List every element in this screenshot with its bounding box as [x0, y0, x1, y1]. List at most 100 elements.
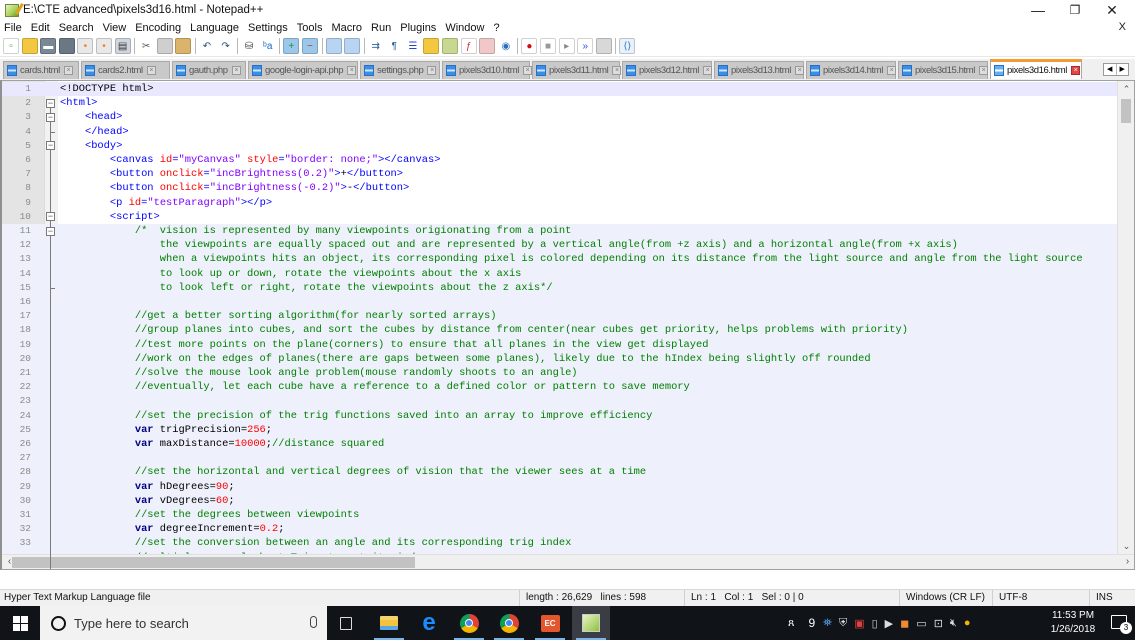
fold-toggle-icon[interactable]: − [46, 98, 55, 108]
tab-close-icon[interactable]: × [795, 66, 805, 75]
code-line[interactable]: 19 //test more points on the plane(corne… [2, 337, 1118, 352]
code-line[interactable]: 29 var hDegrees=90; [2, 479, 1118, 494]
tab-close-icon[interactable]: × [703, 66, 713, 75]
people-icon[interactable]: ጸ [788, 617, 794, 630]
function-list-icon[interactable]: ƒ [460, 38, 477, 54]
folder-workspace-icon[interactable] [479, 38, 496, 54]
horizontal-scroll-thumb[interactable] [12, 557, 415, 568]
replace-icon[interactable]: ᵇa [260, 38, 276, 54]
record-macro-icon[interactable]: ● [521, 38, 538, 54]
tab-close-icon[interactable]: × [523, 66, 533, 75]
code-line[interactable]: 18 //group planes into cubes, and sort t… [2, 323, 1118, 338]
tab-close-icon[interactable]: × [612, 66, 622, 75]
network-icon[interactable]: ⊡ [934, 617, 943, 630]
open-file-icon[interactable] [21, 38, 38, 54]
tab-cards2-html[interactable]: cards2.html × [81, 61, 170, 79]
tab-close-icon[interactable]: × [231, 66, 241, 75]
usb-device-icon[interactable]: ▯ [872, 617, 878, 630]
zoom-in-icon[interactable]: + [283, 38, 300, 54]
user-language-icon[interactable] [423, 38, 440, 54]
tab-pixels3d11-html[interactable]: pixels3d11.html × [532, 61, 622, 79]
taskbar-search-box[interactable]: Type here to search [40, 606, 327, 640]
code-line[interactable]: 23 [2, 394, 1118, 409]
code-line[interactable]: 8 <button onclick="incBrightness(-0.2)">… [2, 181, 1118, 195]
menu-language[interactable]: Language [190, 22, 239, 34]
fold-toggle-icon[interactable]: − [46, 226, 55, 236]
security-shield-icon[interactable]: ⛨ [839, 617, 847, 630]
print-icon[interactable]: ▤ [114, 38, 131, 54]
tab-pixels3d14-html[interactable]: pixels3d14.html × [806, 61, 897, 79]
code-line[interactable]: 4 </head> [2, 125, 1118, 139]
tab-gauth-php[interactable]: gauth.php × [172, 61, 246, 79]
code-line[interactable]: 31 //set the degrees between viewpoints [2, 508, 1118, 523]
code-line[interactable]: 15 to look left or right, rotate the vie… [2, 280, 1118, 295]
battery-icon[interactable]: ▭ [916, 617, 926, 630]
menu-edit[interactable]: Edit [31, 22, 50, 34]
code-line[interactable]: 6 <canvas id="myCanvas" style="border: n… [2, 153, 1118, 167]
zoom-out-icon[interactable]: − [301, 38, 318, 54]
undo-icon[interactable]: ↶ [199, 38, 215, 54]
playback-macro-icon[interactable]: ▸ [558, 38, 575, 54]
indent-guide-icon[interactable]: ☰ [405, 38, 421, 54]
code-line[interactable]: 14 to look up or down, rotate the viewpo… [2, 266, 1118, 281]
fold-toggle-icon[interactable]: − [46, 141, 55, 151]
start-button[interactable] [0, 606, 40, 640]
tab-scroll-left-button[interactable]: ◀ [1104, 64, 1116, 75]
menu-settings[interactable]: Settings [248, 22, 288, 34]
copy-icon[interactable] [156, 38, 173, 54]
scroll-down-icon[interactable]: ⌄ [1118, 538, 1134, 554]
code-line[interactable]: 17 //get a better sorting algorithm(for … [2, 309, 1118, 324]
save-macro-icon[interactable] [595, 38, 612, 54]
save-all-icon[interactable] [58, 38, 75, 54]
code-line[interactable]: 11 /* vision is represented by many view… [2, 224, 1118, 239]
task-view-button[interactable] [327, 606, 365, 640]
tab-google-login-api-php[interactable]: google-login-api.php × [248, 61, 358, 79]
tab-scroll-right-button[interactable]: ▶ [1115, 64, 1129, 75]
new-file-icon[interactable]: ▫ [3, 38, 19, 54]
terminal-icon[interactable]: ▶ [885, 617, 893, 630]
taskbar-chrome-1[interactable] [450, 606, 488, 640]
taskbar-edge[interactable]: e [410, 606, 448, 640]
tab-pixels3d12-html[interactable]: pixels3d12.html × [622, 61, 713, 79]
code-line[interactable]: 30 var vDegrees=60; [2, 493, 1118, 508]
code-line[interactable]: 16 [2, 295, 1118, 310]
tab-pixels3d13-html[interactable]: pixels3d13.html × [714, 61, 805, 79]
code-line[interactable]: 3 <head> [2, 110, 1118, 124]
menu-tools[interactable]: Tools [297, 22, 323, 34]
taskbar-notepad-plus-plus[interactable] [572, 606, 610, 640]
code-line[interactable]: 10 <script> [2, 210, 1118, 224]
code-line[interactable]: 9 <p id="testParagraph"></p> [2, 196, 1118, 210]
code-line[interactable]: 22 //eventually, let each cube have a re… [2, 380, 1118, 395]
redo-icon[interactable]: ↷ [218, 38, 234, 54]
code-line[interactable]: 13 when a viewpoints hits an object, its… [2, 252, 1118, 267]
restore-button[interactable]: ❐ [1058, 0, 1092, 20]
taskbar-file-explorer[interactable] [370, 606, 408, 640]
code-line[interactable]: 12 the viewpoints are equally spaced out… [2, 238, 1118, 253]
menu-view[interactable]: View [103, 22, 127, 34]
word-wrap-icon[interactable]: ⇉ [368, 38, 384, 54]
microphone-icon[interactable] [310, 616, 317, 628]
close-document-button[interactable]: X [1119, 21, 1126, 33]
code-line[interactable]: 24 //set the precision of the trig funct… [2, 408, 1118, 423]
find-icon[interactable]: ⛁ [241, 38, 257, 54]
tab-settings-php[interactable]: settings.php × [360, 61, 440, 79]
code-line[interactable]: 20 //work on the edges of planes(there a… [2, 351, 1118, 366]
show-all-chars-icon[interactable]: ¶ [386, 38, 402, 54]
code-line[interactable]: 27 [2, 451, 1118, 466]
tab-close-icon[interactable]: × [979, 66, 989, 75]
code-line[interactable]: 5 <body> [2, 139, 1118, 153]
menu-plugins[interactable]: Plugins [400, 22, 436, 34]
minimize-button[interactable]: — [1021, 0, 1055, 20]
warning-app-icon[interactable]: ● [964, 617, 971, 629]
menu-file[interactable]: File [4, 22, 22, 34]
menu-encoding[interactable]: Encoding [135, 22, 181, 34]
fold-toggle-icon[interactable]: − [46, 112, 55, 122]
menu-macro[interactable]: Macro [331, 22, 362, 34]
code-line[interactable]: 25 var trigPrecision=256; [2, 422, 1118, 437]
code-line[interactable]: 33 //set the conversion between an angle… [2, 536, 1118, 551]
clock[interactable]: 11:53 PM 1/26/2018 [1047, 609, 1099, 637]
app-error-icon[interactable]: ▣ [854, 617, 864, 630]
tab-close-icon[interactable]: × [63, 66, 73, 75]
tab-close-icon[interactable]: × [427, 66, 437, 75]
menu-run[interactable]: Run [371, 22, 391, 34]
